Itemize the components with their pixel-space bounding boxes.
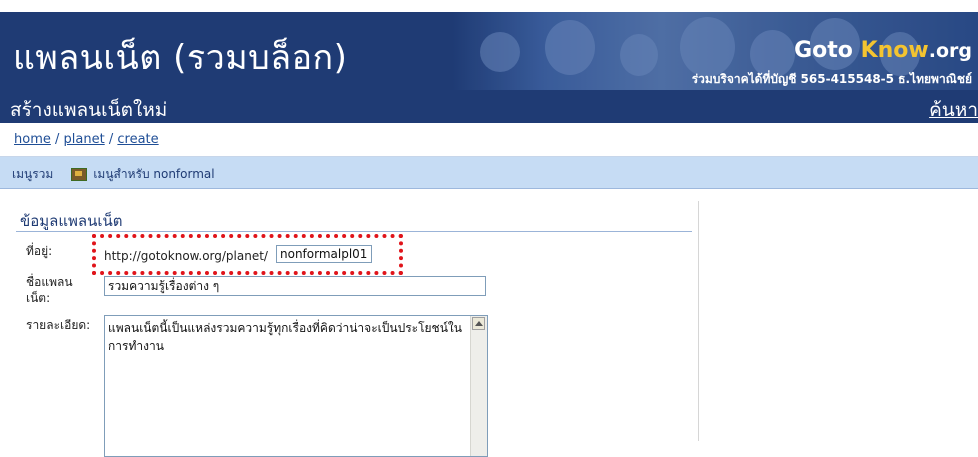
breadcrumb-create[interactable]: create — [117, 132, 158, 147]
description-text: แพลนเน็ตนี้เป็นแหล่งรวมความรู้ทุกเรื่องท… — [108, 321, 462, 353]
menu-bar: เมนูรวม เมนูสำหรับ nonformal — [0, 157, 978, 189]
site-title[interactable]: แพลนเน็ต (รวมบล็อก) — [13, 30, 347, 84]
donate-text: ร่วมบริจาคได้ที่บัญชี 565-415548-5 ธ.ไทย… — [691, 72, 972, 86]
logo-know: Know — [860, 38, 929, 63]
logo-org: .org — [928, 40, 972, 62]
gotoknow-logo[interactable]: Goto Know.org — [794, 38, 972, 63]
breadcrumb-separator: / — [55, 132, 60, 147]
breadcrumb-planet[interactable]: planet — [64, 132, 105, 147]
breadcrumb: home / planet / create — [0, 123, 978, 157]
description-textarea[interactable]: แพลนเน็ตนี้เป็นแหล่งรวมความรู้ทุกเรื่องท… — [104, 315, 488, 457]
address-highlight-box — [92, 234, 403, 275]
breadcrumb-home[interactable]: home — [14, 132, 51, 147]
scroll-up-arrow-icon[interactable] — [472, 317, 485, 330]
section-divider — [16, 231, 692, 232]
page-heading-bar: สร้างแพลนเน็ตใหม่ ค้นหา — [0, 90, 978, 123]
search-link[interactable]: ค้นหา — [929, 95, 978, 125]
logo-goto: Goto — [794, 38, 853, 63]
menu-nonformal[interactable]: เมนูสำหรับ nonformal — [93, 165, 214, 184]
site-header: แพลนเน็ต (รวมบล็อก) Goto Know.org ร่วมบร… — [0, 12, 978, 90]
menu-main[interactable]: เมนูรวม — [12, 165, 53, 184]
name-label: ชื่อแพลนเน็ต: — [26, 275, 73, 305]
description-scrollbar[interactable] — [470, 316, 487, 456]
page-title: สร้างแพลนเน็ตใหม่ — [10, 99, 168, 121]
planet-form: ข้อมูลแพลนเน็ต ที่อยู่: http://gotoknow.… — [8, 201, 699, 457]
name-input[interactable] — [104, 276, 486, 296]
nonformal-menu-icon[interactable] — [71, 168, 88, 181]
breadcrumb-separator: / — [108, 132, 114, 147]
address-label: ที่อยู่: — [26, 244, 53, 258]
section-title: ข้อมูลแพลนเน็ต — [20, 212, 123, 230]
description-label: รายละเอียด: — [26, 318, 91, 332]
